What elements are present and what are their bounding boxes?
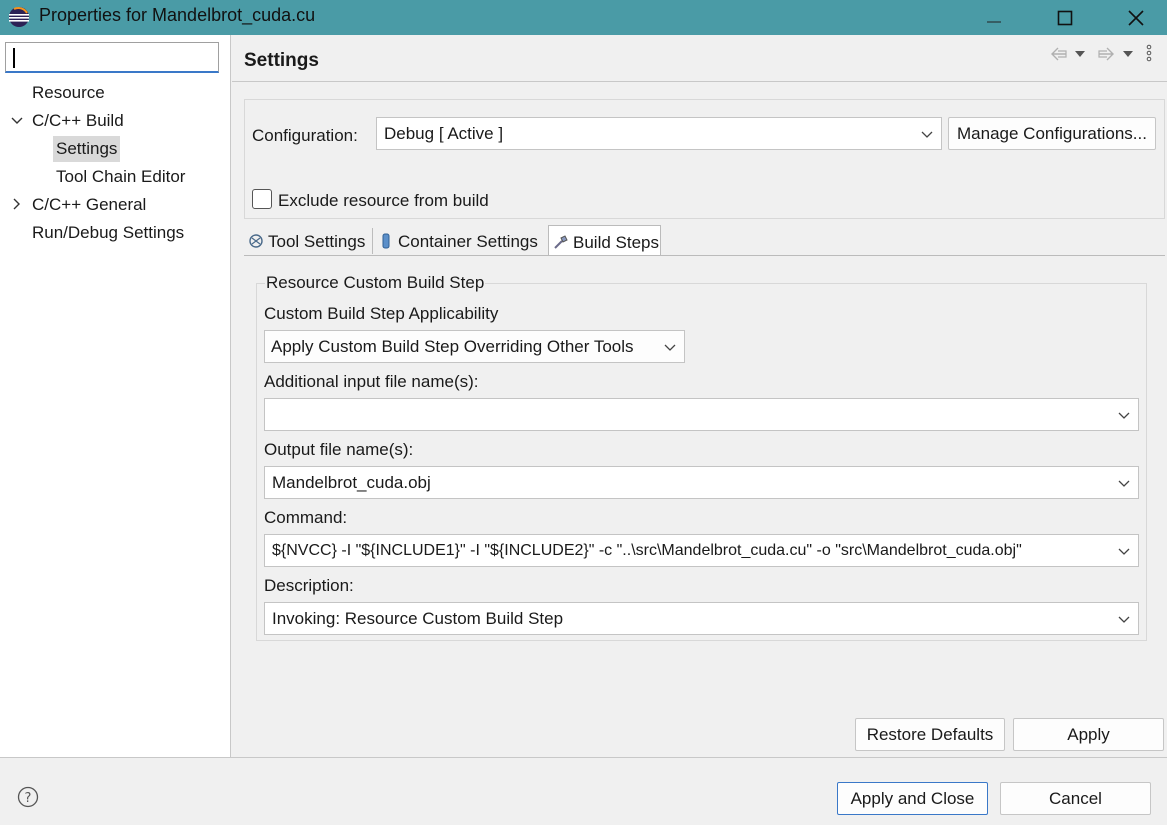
command-value: ${NVCC} -I "${INCLUDE1}" -I "${INCLUDE2}… (272, 542, 1022, 559)
configuration-label: Configuration: (252, 126, 358, 145)
build-steps-icon (554, 235, 568, 249)
settings-page: Settings Configuration: Debug [ Active ]… (232, 35, 1167, 757)
title-bar: Properties for Mandelbrot_cuda.cu (0, 0, 1167, 35)
tab-tool-settings[interactable]: Tool Settings (244, 225, 370, 256)
apply-and-close-button[interactable]: Apply and Close (837, 782, 988, 815)
more-vert-icon[interactable] (1146, 44, 1152, 62)
sidebar-item-label: Tool Chain Editor (56, 167, 186, 186)
header-divider (232, 81, 1167, 82)
chevron-down-icon[interactable] (10, 114, 24, 128)
restore-defaults-button[interactable]: Restore Defaults (855, 718, 1005, 751)
command-label: Command: (264, 508, 348, 527)
exclude-resource-label: Exclude resource from build (278, 191, 489, 210)
sidebar-item-label: C/C++ Build (32, 111, 124, 130)
filter-input[interactable] (5, 42, 219, 73)
text-cursor (13, 48, 15, 68)
dropdown-icon[interactable] (1074, 50, 1086, 58)
applicability-value: Apply Custom Build Step Overriding Other… (271, 337, 634, 356)
tab-label: Container Settings (398, 232, 538, 251)
applicability-select[interactable]: Apply Custom Build Step Overriding Other… (264, 330, 685, 363)
sidebar-item-tool-chain-editor[interactable]: Tool Chain Editor (56, 164, 185, 190)
build-steps-panel: Resource Custom Build Step Custom Build … (244, 255, 1165, 721)
tab-container-settings[interactable]: Container Settings (374, 225, 546, 256)
output-files-field[interactable]: Mandelbrot_cuda.obj (264, 466, 1139, 499)
apply-button[interactable]: Apply (1013, 718, 1164, 751)
forward-arrow-icon[interactable] (1097, 46, 1115, 62)
description-field[interactable]: Invoking: Resource Custom Build Step (264, 602, 1139, 635)
applicability-label: Custom Build Step Applicability (264, 304, 499, 323)
chevron-down-icon (664, 344, 676, 351)
eclipse-icon (9, 7, 29, 27)
sidebar-item-settings[interactable]: Settings (53, 136, 121, 162)
help-icon[interactable]: ? (17, 786, 39, 808)
sidebar-item-label: Settings (56, 139, 118, 158)
close-button[interactable] (1106, 0, 1166, 35)
minimize-icon (987, 21, 1001, 22)
command-field[interactable]: ${NVCC} -I "${INCLUDE1}" -I "${INCLUDE2}… (264, 534, 1139, 567)
bottom-divider (0, 757, 1167, 758)
input-files-field[interactable] (264, 398, 1139, 431)
tab-strip: Tool Settings Container Settings Build S… (244, 225, 1165, 256)
group-title: Resource Custom Build Step (265, 273, 486, 293)
chevron-down-icon (1118, 548, 1130, 555)
maximize-icon (1057, 10, 1073, 25)
maximize-button[interactable] (1035, 0, 1095, 35)
sidebar-item-resource[interactable]: Resource (32, 80, 105, 106)
chevron-down-icon (1118, 412, 1130, 419)
resource-custom-build-step-group: Resource Custom Build Step Custom Build … (256, 273, 1147, 641)
page-title: Settings (244, 50, 319, 71)
sidebar-item-label: C/C++ General (32, 195, 147, 214)
tab-divider (372, 228, 373, 254)
configuration-select[interactable]: Debug [ Active ] (376, 117, 942, 150)
output-files-label: Output file name(s): (264, 440, 414, 459)
configuration-section: Configuration: Debug [ Active ] Manage C… (244, 99, 1165, 219)
manage-configurations-button[interactable]: Manage Configurations... (948, 117, 1156, 150)
sidebar-item-label: Resource (32, 83, 105, 102)
container-icon (382, 233, 390, 249)
sidebar-item-run-debug-settings[interactable]: Run/Debug Settings (32, 220, 184, 246)
dropdown-icon[interactable] (1122, 50, 1134, 58)
close-icon (1128, 9, 1144, 26)
description-label: Description: (264, 576, 354, 595)
configuration-value: Debug [ Active ] (384, 124, 504, 143)
tool-settings-icon (249, 234, 263, 248)
back-arrow-icon[interactable] (1050, 46, 1068, 62)
svg-text:?: ? (25, 791, 32, 806)
property-tree-panel: Resource C/C++ Build Settings Tool Chain… (0, 35, 231, 757)
minimize-button[interactable] (964, 0, 1024, 35)
sidebar-item-cpp-build[interactable]: C/C++ Build (32, 108, 124, 134)
input-files-label: Additional input file name(s): (264, 372, 479, 391)
sidebar-item-cpp-general[interactable]: C/C++ General (32, 192, 146, 218)
description-value: Invoking: Resource Custom Build Step (272, 609, 564, 628)
tab-label: Tool Settings (268, 232, 366, 251)
chevron-right-icon[interactable] (10, 197, 24, 211)
chevron-down-icon (921, 131, 933, 138)
cancel-button[interactable]: Cancel (1000, 782, 1151, 815)
chevron-down-icon (1118, 480, 1130, 487)
tab-build-steps[interactable]: Build Steps (548, 225, 661, 256)
tab-label: Build Steps (573, 233, 659, 252)
output-files-value: Mandelbrot_cuda.obj (272, 473, 431, 492)
sidebar-item-label: Run/Debug Settings (32, 223, 185, 242)
chevron-down-icon (1118, 616, 1130, 623)
window-title: Properties for Mandelbrot_cuda.cu (39, 5, 316, 25)
exclude-resource-checkbox[interactable] (252, 189, 272, 209)
